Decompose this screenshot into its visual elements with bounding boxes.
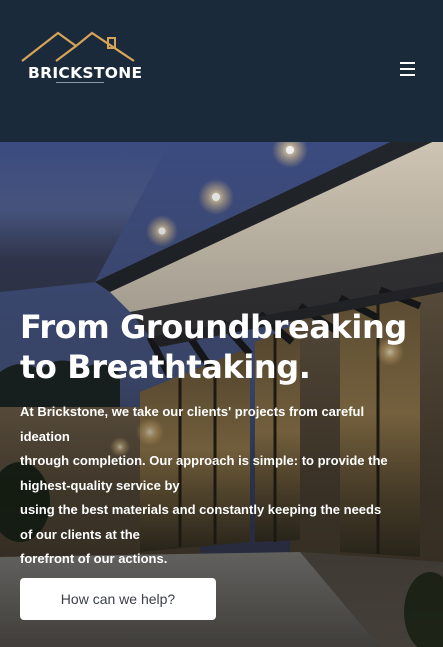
- hero-description-line: forefront of our actions.: [20, 551, 168, 566]
- hero-section: From Groundbreaking to Breathtaking. At …: [0, 142, 443, 647]
- logo-underline: [56, 82, 104, 83]
- hero-heading: From Groundbreaking to Breathtaking.: [20, 307, 420, 387]
- menu-bar: [400, 62, 415, 64]
- hero-description-line: ideation: [20, 428, 70, 444]
- hero-description-line: through completion. Our approach is simp…: [20, 453, 388, 468]
- hero-description-line: At Brickstone, we take our clients' proj…: [20, 404, 365, 419]
- brickstone-logo[interactable]: BRICKSTONE: [20, 30, 142, 86]
- hero-heading-line: to Breathtaking.: [20, 348, 311, 386]
- hero-description-line: using the best materials and constantly …: [20, 502, 382, 517]
- how-can-we-help-button[interactable]: How can we help?: [20, 578, 216, 620]
- site-header: BRICKSTONE: [0, 0, 443, 142]
- hero-description-line: of our clients at the: [20, 526, 140, 542]
- hero-description: At Brickstone, we take our clients' proj…: [20, 400, 425, 572]
- roof-logo-icon: [21, 31, 135, 62]
- hero-heading-line: From Groundbreaking: [20, 308, 407, 346]
- logo-wordmark: BRICKSTONE: [28, 64, 143, 82]
- menu-bar: [400, 74, 415, 76]
- menu-bar: [400, 68, 415, 70]
- hamburger-menu-icon[interactable]: [400, 60, 416, 78]
- hero-description-line: highest-quality service by: [20, 477, 180, 493]
